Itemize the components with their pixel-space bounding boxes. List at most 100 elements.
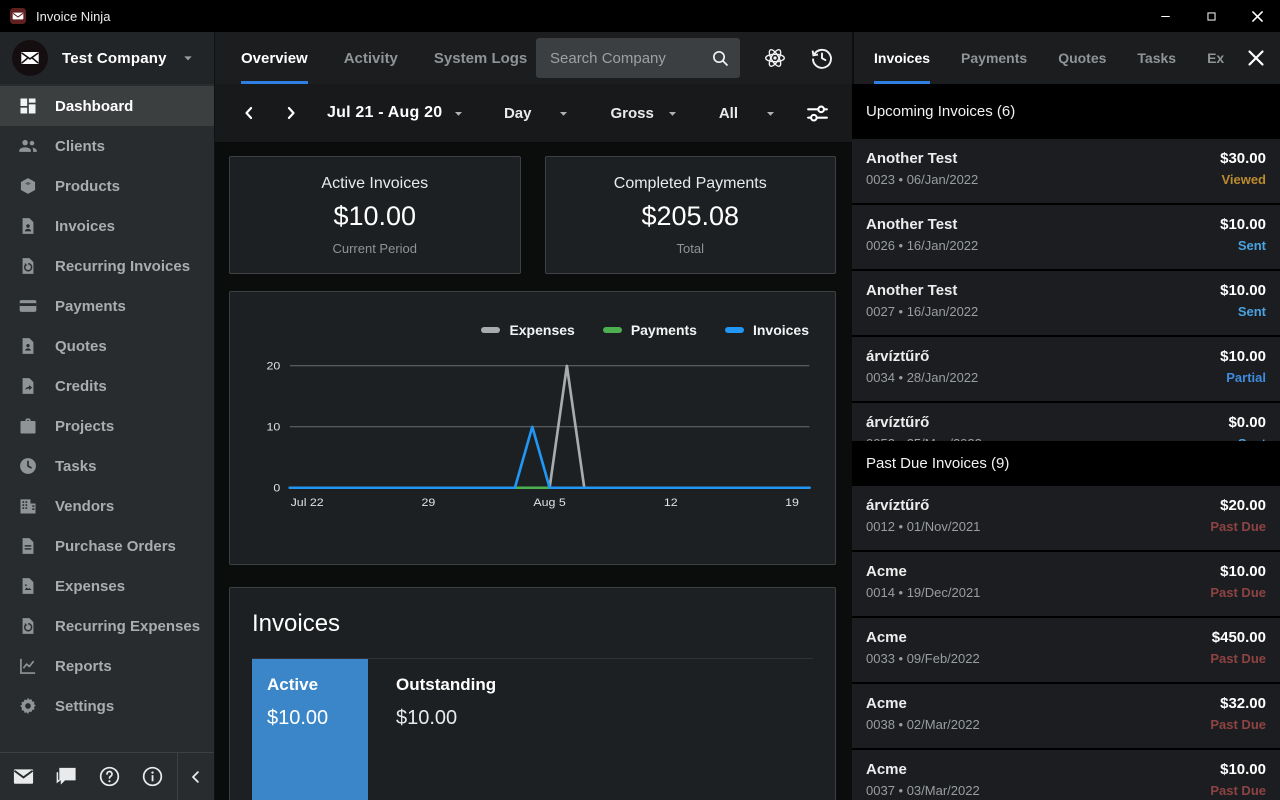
email-icon[interactable] <box>12 765 35 788</box>
invoice-number-date: 0023 • 06/Jan/2022 <box>866 172 978 187</box>
invoice-amount: $20.00 <box>1210 497 1266 514</box>
invoice-row[interactable]: Acme0014 • 19/Dec/2021$10.00Past Due <box>852 552 1280 616</box>
tab-activity[interactable]: Activity <box>344 32 398 84</box>
outstanding-invoices-tile[interactable]: Outstanding $10.00 <box>368 659 496 800</box>
settings-sliders-icon[interactable] <box>805 101 830 126</box>
close-window-button[interactable] <box>1234 0 1280 32</box>
invoice-number-date: 0038 • 02/Mar/2022 <box>866 717 980 732</box>
active-invoices-tile[interactable]: Active $10.00 <box>252 659 368 800</box>
invoice-amount: $10.00 <box>1210 563 1266 580</box>
sidebar-item-clients[interactable]: Clients <box>0 126 214 166</box>
sidebar-item-label: Dashboard <box>55 98 133 115</box>
legend-item-expenses[interactable]: Expenses <box>481 320 574 340</box>
invoice-row[interactable]: Acme0038 • 02/Mar/2022$32.00Past Due <box>852 684 1280 748</box>
invoice-row[interactable]: árvíztűrő0034 • 28/Jan/2022$10.00Partial <box>852 337 1280 401</box>
invoice-number-date: 0033 • 09/Feb/2022 <box>866 651 980 666</box>
date-range-label[interactable]: Jul 21 - Aug 20 <box>327 104 442 122</box>
invoice-amount: $30.00 <box>1220 150 1266 167</box>
invoice-client: árvíztűrő <box>866 348 978 365</box>
panel-tab-quotes[interactable]: Quotes <box>1058 32 1106 84</box>
invoice-status: Viewed <box>1220 172 1266 187</box>
sidebar-item-vendors[interactable]: Vendors <box>0 486 214 526</box>
sidebar-item-products[interactable]: Products <box>0 166 214 206</box>
sidebar-item-quotes[interactable]: Quotes <box>0 326 214 366</box>
sidebar-item-recurring-expenses[interactable]: Recurring Expenses <box>0 606 214 646</box>
dashboard-chart: 01020Jul 2229Aug 51219 <box>244 344 817 540</box>
sidebar-item-settings[interactable]: Settings <box>0 686 214 726</box>
invoice-row[interactable]: Another Test0027 • 16/Jan/2022$10.00Sent <box>852 271 1280 335</box>
sidebar-item-purchase-orders[interactable]: Purchase Orders <box>0 526 214 566</box>
history-icon[interactable] <box>810 46 834 70</box>
maximize-button[interactable] <box>1188 0 1234 32</box>
invoice-amount: $10.00 <box>1210 761 1266 778</box>
invoice-amount: $0.00 <box>1228 414 1266 431</box>
minimize-button[interactable] <box>1142 0 1188 32</box>
tab-overview[interactable]: Overview <box>241 32 308 84</box>
sidebar-item-credits[interactable]: Credits <box>0 366 214 406</box>
settings-icon <box>18 696 38 716</box>
invoice-row[interactable]: Another Test0023 • 06/Jan/2022$30.00View… <box>852 139 1280 203</box>
close-panel-button[interactable] <box>1244 46 1268 70</box>
filter-dropdown[interactable]: All <box>719 105 779 122</box>
invoice-row[interactable]: Another Test0026 • 16/Jan/2022$10.00Sent <box>852 205 1280 269</box>
panel-tab-payments[interactable]: Payments <box>961 32 1027 84</box>
card-caption: Current Period <box>332 241 417 256</box>
collapse-sidebar-button[interactable] <box>178 768 214 786</box>
invoice-status: Past Due <box>1210 717 1266 732</box>
tile-value: $10.00 <box>396 707 496 730</box>
filter-value: All <box>719 105 738 122</box>
invoice-status: Past Due <box>1210 651 1266 666</box>
invoice-status: Past Due <box>1210 783 1266 798</box>
panel-tab-ex[interactable]: Ex <box>1207 32 1224 84</box>
svg-text:Aug 5: Aug 5 <box>533 496 566 509</box>
invoice-row[interactable]: árvíztűrő0012 • 01/Nov/2021$20.00Past Du… <box>852 486 1280 550</box>
sidebar-item-invoices[interactable]: Invoices <box>0 206 214 246</box>
sidebar-item-payments[interactable]: Payments <box>0 286 214 326</box>
tab-system-logs[interactable]: System Logs <box>434 32 527 84</box>
svg-text:20: 20 <box>266 359 280 372</box>
chevron-left-icon <box>187 768 205 786</box>
search-input[interactable] <box>550 50 710 67</box>
chevron-down-icon <box>664 105 681 122</box>
sidebar-item-dashboard[interactable]: Dashboard <box>0 86 214 126</box>
sidebar-item-label: Tasks <box>55 458 96 475</box>
legend-item-invoices[interactable]: Invoices <box>725 320 809 340</box>
info-icon[interactable] <box>141 765 164 788</box>
company-selector[interactable]: Test Company <box>0 32 214 84</box>
chat-icon[interactable] <box>55 765 78 788</box>
previous-period-button[interactable] <box>239 103 259 123</box>
sidebar-item-projects[interactable]: Projects <box>0 406 214 446</box>
invoice-status: Partial <box>1220 370 1266 385</box>
sidebar-item-reports[interactable]: Reports <box>0 646 214 686</box>
payments-icon <box>18 296 38 316</box>
help-icon[interactable] <box>98 765 121 788</box>
right-panel: InvoicesPaymentsQuotesTasksEx Upcoming I… <box>852 32 1280 800</box>
invoice-number-date: 0034 • 28/Jan/2022 <box>866 370 978 385</box>
next-period-button[interactable] <box>281 103 301 123</box>
close-icon <box>1249 8 1266 25</box>
invoice-status: Past Due <box>1210 585 1266 600</box>
invoice-row[interactable]: árvíztűrő0052 • 25/May/2022$0.00Sent <box>852 403 1280 441</box>
sidebar-item-label: Products <box>55 178 120 195</box>
invoice-row[interactable]: Acme0033 • 09/Feb/2022$450.00Past Due <box>852 618 1280 682</box>
invoices-section-title: Invoices <box>252 610 813 638</box>
tile-label: Active <box>267 675 368 695</box>
amount-type-dropdown[interactable]: Gross <box>610 105 680 122</box>
dashboard-content: Active Invoices $10.00 Current Period Co… <box>215 142 852 800</box>
sidebar-item-recurring-invoices[interactable]: Recurring Invoices <box>0 246 214 286</box>
card-value: $205.08 <box>641 201 739 232</box>
atom-icon[interactable] <box>763 46 787 70</box>
card-caption: Total <box>677 241 704 256</box>
panel-tab-tasks[interactable]: Tasks <box>1137 32 1176 84</box>
sidebar-item-label: Vendors <box>55 498 114 515</box>
group-by-dropdown[interactable]: Day <box>504 105 573 122</box>
sidebar-item-expenses[interactable]: Expenses <box>0 566 214 606</box>
invoice-row[interactable]: Acme0037 • 03/Mar/2022$10.00Past Due <box>852 750 1280 800</box>
panel-tab-invoices[interactable]: Invoices <box>874 32 930 84</box>
company-search[interactable] <box>536 38 740 78</box>
quotes-icon <box>18 336 38 356</box>
tile-label: Outstanding <box>396 675 496 695</box>
window-title: Invoice Ninja <box>36 9 110 24</box>
sidebar-item-tasks[interactable]: Tasks <box>0 446 214 486</box>
legend-item-payments[interactable]: Payments <box>603 320 697 340</box>
